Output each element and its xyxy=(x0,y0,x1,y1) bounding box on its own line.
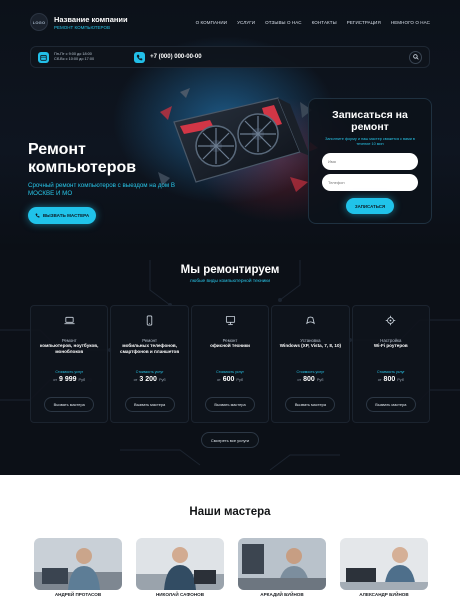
nav-link-reviews[interactable]: ОТЗЫВЫ О НАС xyxy=(265,20,302,25)
service-name: мобильных телефонов, смартфонов и планше… xyxy=(120,343,180,354)
services-title: Мы ремонтируем xyxy=(180,264,280,276)
master-name: АРКАДИЙ БУЙНОВ xyxy=(260,592,304,597)
price-prefix: от xyxy=(133,378,138,382)
call-master-button[interactable]: ВЫЗВАТЬ МАСТЕРА xyxy=(28,207,96,224)
call-master-label: ВЫЗВАТЬ МАСТЕРА xyxy=(42,213,90,218)
service-price: от 3 200 Руб xyxy=(134,376,166,383)
main-nav: О КОМПАНИИ УСЛУГИ ОТЗЫВЫ О НАС КОНТАКТЫ … xyxy=(196,20,430,25)
search-icon[interactable] xyxy=(409,50,422,64)
contact-bar: Пн-Пт с 9:00 до 18:00 Сб-Вс с 10:00 до 1… xyxy=(30,46,430,68)
repair-signup-form: Записаться на ремонт Заполните форму и н… xyxy=(308,98,432,224)
master-photo[interactable] xyxy=(136,538,224,590)
price-prefix: от xyxy=(297,378,302,382)
form-note: Заполните форму и наш мастер свяжется с … xyxy=(325,137,415,146)
service-price: от 9 999 Руб xyxy=(53,376,85,383)
service-card: Настройка Wi-Fi роутеров Стоимость услуг… xyxy=(351,305,431,423)
price-label: Стоимость услуг xyxy=(376,370,405,374)
company-tagline: РЕМОНТ КОМПЬЮТЕРОВ xyxy=(54,24,110,30)
master-cards xyxy=(34,538,428,590)
phone-number[interactable]: +7 (000) 000-00-00 xyxy=(150,54,202,60)
service-price: от 600 Руб xyxy=(217,376,243,383)
price-prefix: от xyxy=(216,378,221,382)
logo[interactable]: LOGO xyxy=(30,13,48,31)
price-label: Стоимость услуг xyxy=(216,370,244,374)
price-prefix: от xyxy=(377,378,382,382)
working-hours: Пн-Пт с 9:00 до 18:00 Сб-Вс с 10:00 до 1… xyxy=(54,52,94,62)
master-photo[interactable] xyxy=(238,538,326,590)
signup-submit-button[interactable]: ЗАПИСАТЬСЯ xyxy=(346,198,394,214)
service-name: Windows (XP, Vista, 7, 8, 10) xyxy=(279,343,342,348)
master-name: АЛЕКСАНДР БУЙНОВ xyxy=(359,592,409,597)
services-subtitle: любые виды компьютерной техники xyxy=(189,279,271,284)
laptop-icon xyxy=(64,316,75,325)
nav-link-more-about[interactable]: НЕМНОГО О НАС xyxy=(391,20,430,25)
call-master-button[interactable]: Вызвать мастера xyxy=(44,397,95,412)
form-title: Записаться на ремонт xyxy=(332,109,408,133)
service-name: компьютеров, ноутбуков, моноблоков xyxy=(39,343,99,354)
windows-icon xyxy=(306,316,315,325)
call-master-button[interactable]: Вызвать мастера xyxy=(365,397,416,412)
site-header: LOGO Название компании РЕМОНТ КОМПЬЮТЕРО… xyxy=(0,0,460,44)
hours-weekend: Сб-Вс с 10:00 до 17:00 xyxy=(54,57,95,61)
brand: Название компании РЕМОНТ КОМПЬЮТЕРОВ xyxy=(54,15,128,30)
service-price: от 800 Руб xyxy=(297,376,323,383)
call-master-button[interactable]: Вызвать мастера xyxy=(124,397,175,412)
phone-icon xyxy=(35,213,40,218)
price-value: 9 999 xyxy=(59,376,77,383)
price-prefix: от xyxy=(53,378,57,382)
hero-subtitle: Срочный ремонт компьютеров с выездом на … xyxy=(28,182,175,197)
page: LOGO Название компании РЕМОНТ КОМПЬЮТЕРО… xyxy=(0,0,460,600)
price-label: Стоимость услуг xyxy=(296,370,325,374)
price-currency: Руб xyxy=(158,378,166,382)
price-currency: Руб xyxy=(78,378,86,382)
monitor-icon xyxy=(225,315,235,326)
service-cards: Ремонт компьютеров, ноутбуков, моноблоко… xyxy=(30,305,431,423)
price-label: Стоимость услуг xyxy=(55,370,84,374)
wifi-gear-icon xyxy=(386,315,396,326)
name-field[interactable] xyxy=(322,153,418,170)
nav-link-services[interactable]: УСЛУГИ xyxy=(237,20,255,25)
price-currency: Руб xyxy=(397,378,404,382)
service-price: от 800 Руб xyxy=(378,376,404,383)
price-currency: Руб xyxy=(316,378,324,382)
call-master-button[interactable]: Вызвать мастера xyxy=(205,397,256,412)
price-label: Стоимость услуг xyxy=(135,370,164,374)
phone-icon xyxy=(134,51,146,63)
service-name: офисной техники xyxy=(210,343,250,348)
hero-title: Ремонт компьютеров xyxy=(28,141,137,176)
smartphone-icon xyxy=(146,315,153,326)
company-name: Название компании xyxy=(54,14,128,24)
master-name: АНДРЕЙ ПРОТАСОВ xyxy=(54,592,102,597)
nav-link-contacts[interactable]: КОНТАКТЫ xyxy=(312,20,337,25)
master-photo[interactable] xyxy=(34,538,122,590)
service-card: Ремонт офисной техники Стоимость услуг о… xyxy=(190,305,270,423)
service-card: Ремонт компьютеров, ноутбуков, моноблоко… xyxy=(30,305,109,423)
price-value: 800 xyxy=(303,376,315,383)
nav-link-registration[interactable]: РЕГИСТРАЦИЯ xyxy=(347,20,381,25)
price-currency: Руб xyxy=(236,378,244,382)
price-value: 800 xyxy=(383,376,396,383)
price-value: 3 200 xyxy=(139,376,157,383)
service-card: Установка Windows (XP, Vista, 7, 8, 10) … xyxy=(271,305,350,423)
service-card: Ремонт мобильных телефонов, смартфонов и… xyxy=(110,305,189,423)
master-photo[interactable] xyxy=(340,538,428,590)
price-value: 600 xyxy=(222,376,235,383)
call-master-button[interactable]: Вызвать мастера xyxy=(285,397,336,412)
all-services-button[interactable]: Смотреть все услуги xyxy=(201,432,259,448)
phone-field[interactable] xyxy=(322,174,418,191)
calendar-icon xyxy=(38,51,49,63)
masters-title: Наши мастера xyxy=(189,506,271,518)
nav-link-about[interactable]: О КОМПАНИИ xyxy=(196,20,228,25)
master-name: НИКОЛАЙ САФОНОВ xyxy=(155,592,205,597)
service-name: Wi-Fi роутеров xyxy=(373,343,408,348)
